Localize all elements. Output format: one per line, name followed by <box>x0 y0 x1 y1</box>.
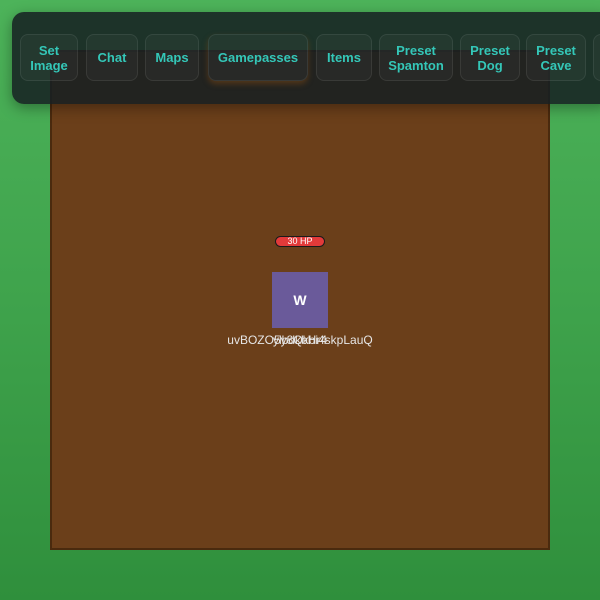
set-image-button[interactable]: Set Image <box>20 34 78 81</box>
health-bar: 30 HP <box>275 236 325 247</box>
chat-button[interactable]: Chat <box>86 34 138 81</box>
top-toolbar: Set Image Chat Maps Gamepasses Items Pre… <box>12 12 600 104</box>
preset-dog-button[interactable]: Preset Dog <box>460 34 520 81</box>
items-button[interactable]: Items <box>316 34 372 81</box>
gamepasses-button[interactable]: Gamepasses <box>208 34 308 81</box>
preset-spamton-button[interactable]: Preset Spamton <box>379 34 453 81</box>
maps-button[interactable]: Maps <box>145 34 199 81</box>
preset-cave-button[interactable]: Preset Cave <box>526 34 586 81</box>
player-name-label-overlap: ylbdkbHr4 <box>272 333 328 347</box>
toolbar-overflow-button[interactable] <box>593 34 600 81</box>
player-avatar-letter: W <box>293 292 307 308</box>
player-avatar[interactable]: W <box>272 272 328 328</box>
